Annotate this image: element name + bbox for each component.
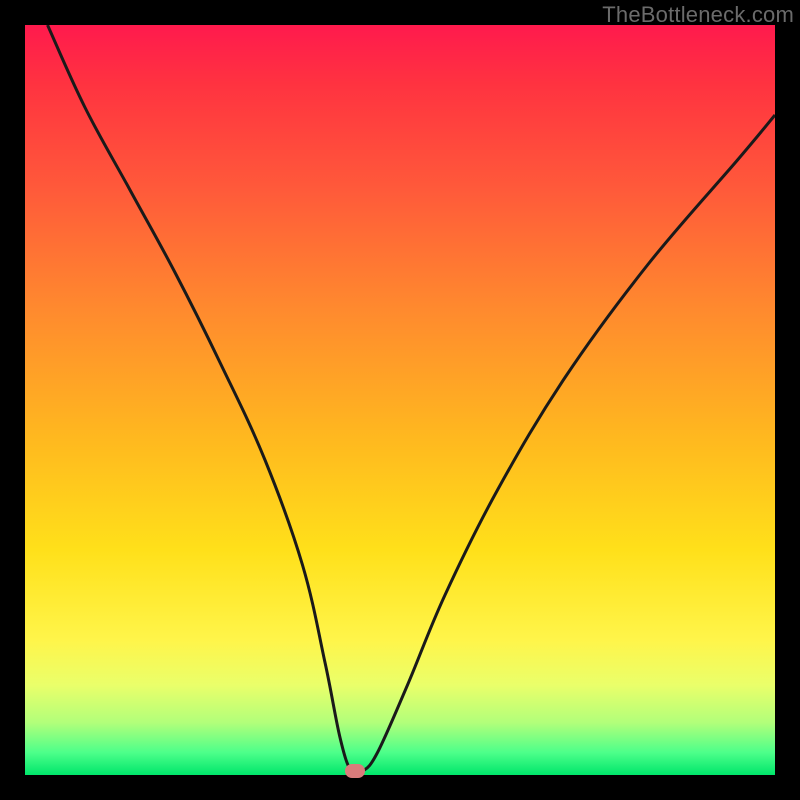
plot-area: [25, 25, 775, 775]
optimum-marker: [345, 764, 365, 778]
curve-svg: [25, 25, 775, 775]
chart-frame: TheBottleneck.com: [0, 0, 800, 800]
bottleneck-curve-path: [48, 25, 776, 775]
watermark-text: TheBottleneck.com: [602, 2, 794, 28]
